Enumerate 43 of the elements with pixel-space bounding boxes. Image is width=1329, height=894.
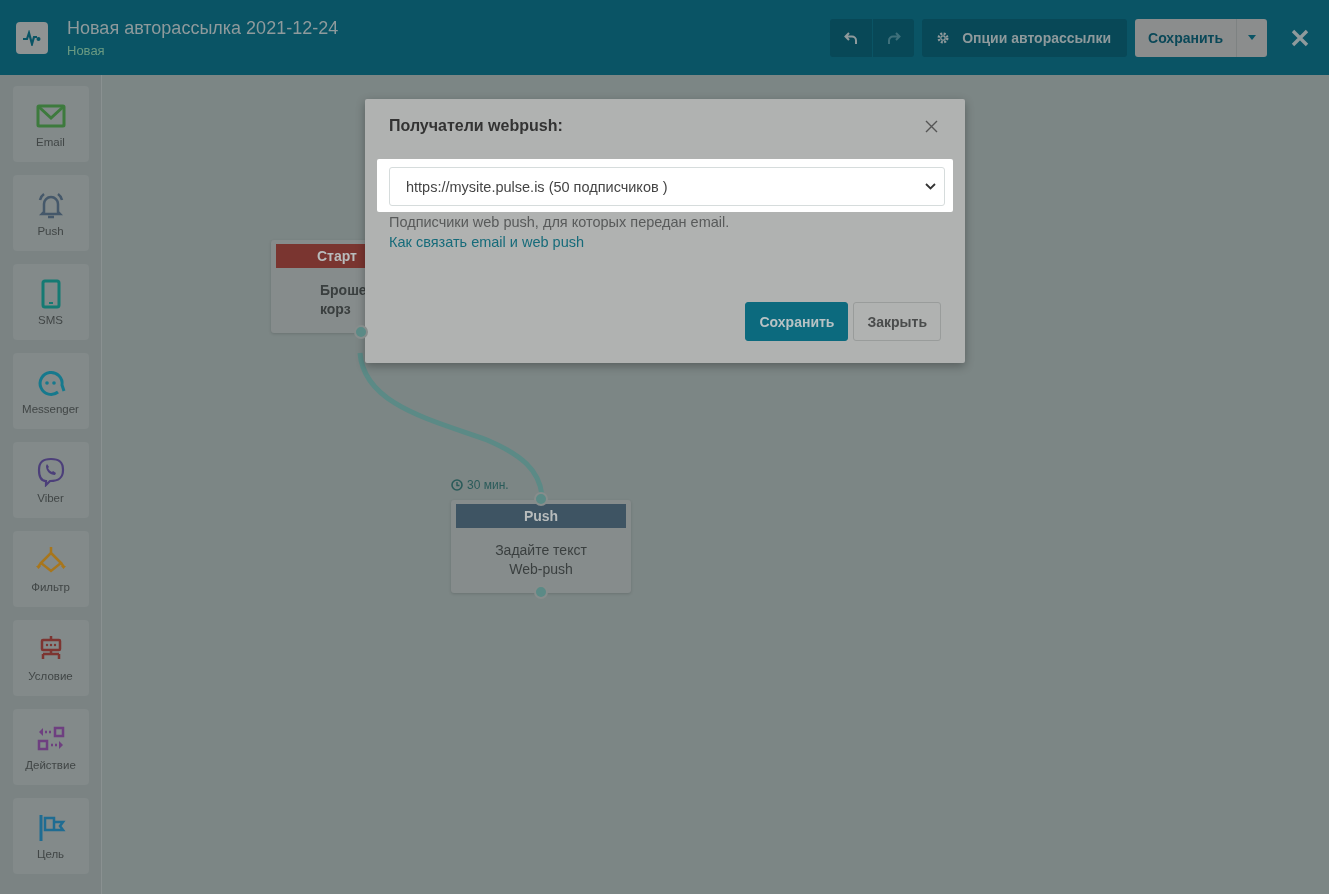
tile-label: Email (36, 135, 65, 148)
status-label: Новая (67, 42, 106, 58)
gear-icon (936, 30, 951, 45)
caret-icon (1248, 35, 1256, 40)
options-button[interactable]: Опции авторассылки (922, 18, 1128, 57)
node-text: Броше (320, 281, 367, 300)
channel-tile[interactable]: Push (12, 175, 89, 251)
close-dialog-button[interactable]: Закрыть (853, 302, 941, 341)
channel-tile[interactable]: SMS (12, 264, 89, 340)
node-text: Web-push (509, 560, 573, 579)
channel-tile[interactable]: Viber (12, 442, 89, 518)
channel-tile[interactable]: Цель (12, 798, 89, 874)
input-port[interactable] (534, 492, 548, 506)
node-text: корз (320, 300, 351, 319)
site-select[interactable]: https://mysite.pulse.is (50 подписчиков ) (389, 167, 945, 206)
undo-arrow-icon (844, 30, 859, 45)
chevron-down-icon (925, 183, 936, 190)
node-header: Push (456, 504, 626, 528)
channel-tile[interactable]: Действие (12, 709, 89, 785)
delay-text: 30 мин. (467, 478, 509, 492)
tile-label: Действие (25, 758, 76, 771)
clock-icon (451, 479, 463, 491)
tile-label: Viber (37, 491, 64, 504)
tile-label: Messenger (22, 402, 79, 415)
campaign-title: Новая авторассылка 2021-12-24 (67, 17, 339, 39)
flow-node[interactable]: Push Задайте текст Web-push (451, 500, 631, 593)
dialog-title: Получатели webpush: (389, 117, 563, 135)
channel-tile[interactable]: Messenger (12, 353, 89, 429)
save-button[interactable]: Сохранить (745, 302, 849, 341)
redo-arrow-icon (886, 30, 901, 45)
node-text: Задайте текст (495, 541, 587, 560)
channel-tile[interactable]: Условие (12, 620, 89, 696)
output-port[interactable] (354, 325, 368, 339)
phone-bubble-icon (35, 456, 66, 487)
hint-text: Подписчики web push, для которых передан email. (389, 214, 731, 230)
tile-label: Фильтр (31, 580, 70, 593)
tile-label: Условие (28, 669, 73, 682)
channel-tile[interactable]: Фильтр (12, 531, 89, 607)
channel-tile[interactable]: Email (12, 86, 89, 162)
tile-label: Push (37, 224, 64, 237)
tile-label: SMS (38, 313, 63, 326)
pulse-logo-icon (16, 21, 48, 54)
tile-label: Цель (36, 847, 65, 860)
